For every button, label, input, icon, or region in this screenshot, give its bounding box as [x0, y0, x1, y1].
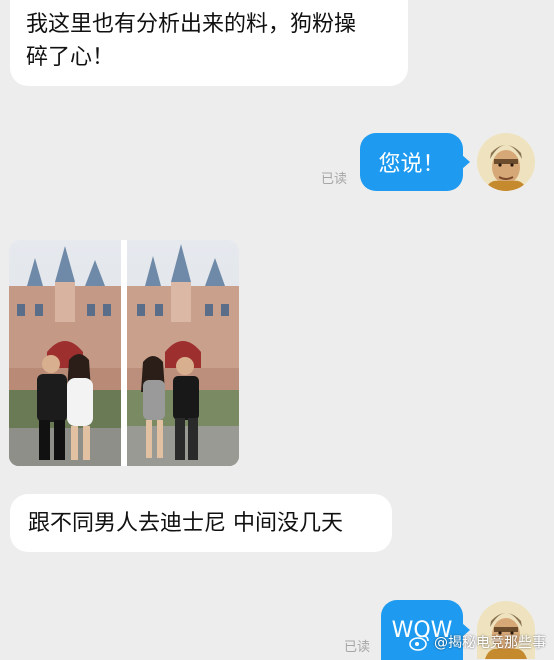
watermark-text: @揭秘电竞那些事 — [434, 635, 546, 651]
watermark: @揭秘电竞那些事 — [409, 632, 546, 652]
message-text: 您说！ — [378, 152, 445, 177]
avatar[interactable] — [477, 133, 535, 191]
message-text-line-1: 我这里也有分析出来的料，狗粉操 — [26, 12, 357, 37]
avatar-icon — [477, 133, 535, 191]
weibo-logo-icon — [409, 635, 429, 651]
read-status-1: 已读 — [321, 172, 348, 187]
incoming-message-1[interactable]: 我这里也有分析出来的料，狗粉操 碎了心！ — [10, 0, 408, 86]
outgoing-message-1[interactable]: 您说！ — [360, 133, 470, 191]
photo-message[interactable] — [9, 240, 239, 466]
castle-photo-icon — [9, 240, 239, 466]
message-text: 跟不同男人去迪士尼 中间没几天 — [28, 510, 343, 536]
incoming-message-2[interactable]: 跟不同男人去迪士尼 中间没几天 — [10, 494, 392, 552]
read-status-2: 已读 — [344, 640, 371, 655]
message-text-line-2: 碎了心！ — [26, 45, 115, 70]
